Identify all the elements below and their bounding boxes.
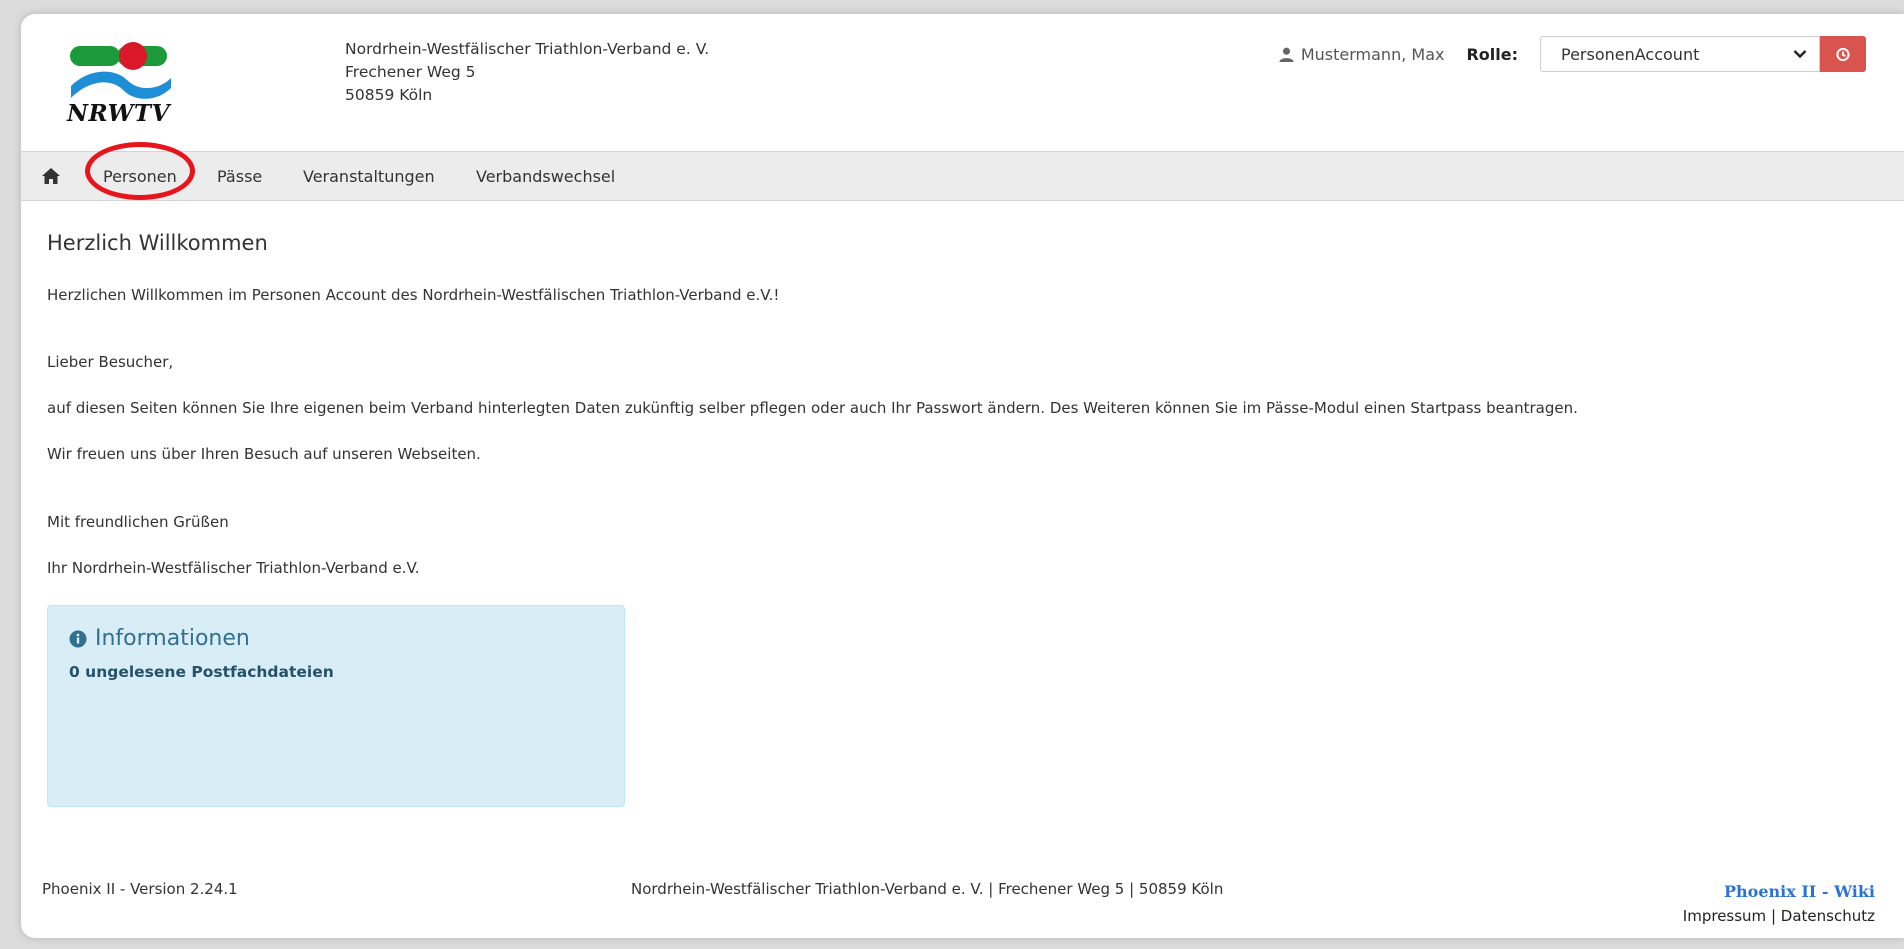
wiki-link[interactable]: Phoenix II - Wiki [1683, 880, 1875, 904]
role-label: Rolle: [1466, 44, 1518, 64]
chevron-down-icon [1793, 50, 1807, 59]
address-line-3: 50859 Köln [345, 86, 433, 104]
address-line-2: Frechener Weg 5 [345, 63, 476, 81]
legal-links: Impressum | Datenschutz [1683, 904, 1875, 928]
nav-item-paesse[interactable]: Pässe [217, 167, 262, 186]
footer-address: Nordrhein-Westfälischer Triathlon-Verban… [631, 880, 1224, 898]
nav-item-verbandswechsel[interactable]: Verbandswechsel [476, 167, 615, 186]
welcome-text: Herzlichen Willkommen im Personen Accoun… [47, 286, 780, 304]
nav-item-personen[interactable]: Personen [103, 167, 177, 186]
info-circle-icon [69, 630, 87, 647]
greeting-text: Lieber Besucher, [47, 353, 174, 371]
role-select-value: PersonenAccount [1561, 44, 1700, 64]
footer-separator: | [1770, 907, 1777, 925]
power-icon [1836, 47, 1850, 62]
logo-text: NRWTV [67, 100, 170, 127]
description-text: auf diesen Seiten können Sie Ihre eigene… [47, 399, 1578, 417]
logout-button[interactable] [1820, 36, 1866, 72]
version-text: Phoenix II - Version 2.24.1 [42, 880, 238, 898]
home-icon [42, 168, 60, 184]
user-name-text: Mustermann, Max [1300, 44, 1445, 64]
thanks-text: Wir freuen uns über Ihren Besuch auf uns… [47, 445, 481, 463]
nav-item-veranstaltungen[interactable]: Veranstaltungen [303, 167, 435, 186]
datenschutz-link[interactable]: Datenschutz [1781, 907, 1875, 925]
user-icon [1279, 47, 1294, 62]
impressum-link[interactable]: Impressum [1683, 907, 1766, 925]
address-line-1: Nordrhein-Westfälischer Triathlon-Verban… [345, 40, 710, 58]
organization-address: Nordrhein-Westfälischer Triathlon-Verban… [345, 38, 709, 107]
header: NRWTV Nordrhein-Westfälischer Triathlon-… [21, 14, 1904, 151]
info-panel-title-text: Informationen [95, 626, 250, 651]
user-info[interactable]: Mustermann, Max [1279, 44, 1445, 64]
footer-links: Phoenix II - Wiki Impressum | Datenschut… [1683, 880, 1875, 928]
unread-messages-link[interactable]: 0 ungelesene Postfachdateien [69, 663, 334, 681]
closing-text: Mit freundlichen Grüßen [47, 513, 229, 531]
info-panel: Informationen 0 ungelesene Postfachdatei… [47, 605, 625, 807]
info-panel-title: Informationen [69, 626, 250, 651]
signature-text: Ihr Nordrhein-Westfälischer Triathlon-Ve… [47, 559, 420, 577]
user-area: Mustermann, Max Rolle: PersonenAccount [1279, 36, 1866, 72]
nav-home[interactable] [39, 164, 63, 188]
main-navigation: Personen Pässe Veranstaltungen Verbandsw… [21, 142, 1904, 201]
page-title: Herzlich Willkommen [47, 231, 268, 255]
role-select[interactable]: PersonenAccount [1540, 36, 1820, 72]
app-window: NRWTV Nordrhein-Westfälischer Triathlon-… [21, 14, 1904, 938]
